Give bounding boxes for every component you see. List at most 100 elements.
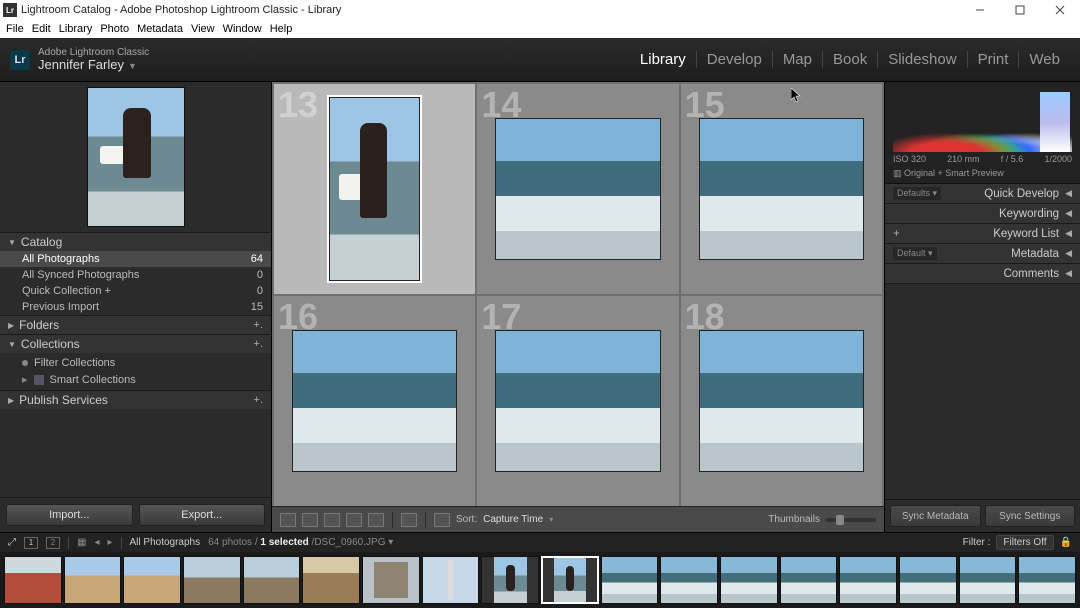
- filmstrip-cell[interactable]: [481, 556, 539, 604]
- sort-direction-icon[interactable]: [434, 513, 450, 527]
- filmstrip-cell[interactable]: [660, 556, 718, 604]
- folders-header[interactable]: ▶Folders+.: [0, 316, 271, 334]
- plus-icon[interactable]: +: [893, 228, 900, 240]
- import-button[interactable]: Import...: [6, 504, 133, 526]
- filmstrip-cell[interactable]: [302, 556, 360, 604]
- add-collection-icon[interactable]: +.: [254, 338, 263, 350]
- panel-keywording[interactable]: Keywording◀: [885, 204, 1080, 224]
- module-develop[interactable]: Develop: [697, 51, 773, 68]
- panel-keyword-list[interactable]: +Keyword List◀: [885, 224, 1080, 244]
- filmstrip-cell[interactable]: [422, 556, 480, 604]
- menu-edit[interactable]: Edit: [28, 23, 55, 35]
- filmstrip-cell[interactable]: [183, 556, 241, 604]
- sync-settings-button[interactable]: Sync Settings: [985, 505, 1076, 527]
- filmstrip[interactable]: [0, 552, 1080, 608]
- source-label[interactable]: All Photographs: [130, 537, 201, 548]
- cell-index: 17: [481, 296, 521, 338]
- filmstrip-cell[interactable]: [899, 556, 957, 604]
- collections-header[interactable]: ▼Collections+.: [0, 335, 271, 353]
- menu-library[interactable]: Library: [55, 23, 97, 35]
- navigator-preview[interactable]: [0, 82, 271, 232]
- grid-cell[interactable]: 15: [681, 84, 882, 294]
- close-button[interactable]: [1040, 0, 1080, 20]
- module-slideshow[interactable]: Slideshow: [878, 51, 967, 68]
- identity-plate[interactable]: Adobe Lightroom Classic Jennifer Farley▼: [38, 47, 149, 72]
- module-map[interactable]: Map: [773, 51, 823, 68]
- histogram[interactable]: [885, 82, 1080, 152]
- smart-collections-row[interactable]: ▸Smart Collections: [0, 371, 271, 388]
- filmstrip-cell[interactable]: [362, 556, 420, 604]
- grid-cell[interactable]: 17: [477, 296, 678, 506]
- filmstrip-cell[interactable]: [64, 556, 122, 604]
- filmstrip-cell[interactable]: [541, 556, 599, 604]
- back-icon[interactable]: ◂: [94, 537, 99, 548]
- filmstrip-cell[interactable]: [4, 556, 62, 604]
- module-book[interactable]: Book: [823, 51, 878, 68]
- publish-header[interactable]: ▶Publish Services+.: [0, 391, 271, 409]
- panel-quick-develop[interactable]: Defaults ▾Quick Develop◀: [885, 184, 1080, 204]
- focal-length-value: 210 mm: [947, 154, 980, 164]
- add-folder-icon[interactable]: +.: [254, 319, 263, 331]
- survey-view-icon[interactable]: [346, 513, 362, 527]
- grid-mode-icon[interactable]: ▦: [77, 537, 86, 548]
- chevron-down-icon: ▼: [128, 61, 137, 71]
- export-button[interactable]: Export...: [139, 504, 266, 526]
- window-1-icon[interactable]: 1: [24, 537, 38, 549]
- sort-value[interactable]: Capture Time: [483, 514, 543, 525]
- filmstrip-cell[interactable]: [601, 556, 659, 604]
- compare-view-icon[interactable]: [324, 513, 340, 527]
- window-2-icon[interactable]: 2: [46, 537, 60, 549]
- window-title: Lightroom Catalog - Adobe Photoshop Ligh…: [21, 4, 341, 16]
- menu-view[interactable]: View: [187, 23, 219, 35]
- grid-thumbnail: [495, 118, 660, 261]
- filmstrip-cell[interactable]: [123, 556, 181, 604]
- filter-lock-icon[interactable]: 🔒: [1060, 537, 1072, 548]
- filmstrip-cell[interactable]: [720, 556, 778, 604]
- sync-metadata-button[interactable]: Sync Metadata: [890, 505, 981, 527]
- second-window-icon[interactable]: ⤢: [8, 537, 16, 548]
- panel-metadata[interactable]: Default ▾Metadata◀: [885, 244, 1080, 264]
- minimize-button[interactable]: [960, 0, 1000, 20]
- cell-index: 15: [685, 84, 725, 126]
- painter-icon[interactable]: [401, 513, 417, 527]
- grid-cell[interactable]: 14: [477, 84, 678, 294]
- filmstrip-thumbnail: [721, 557, 777, 603]
- menu-photo[interactable]: Photo: [96, 23, 133, 35]
- thumbnail-size-slider[interactable]: [826, 518, 876, 522]
- triangle-left-icon: ◀: [1065, 268, 1072, 279]
- people-view-icon[interactable]: [368, 513, 384, 527]
- menu-window[interactable]: Window: [219, 23, 266, 35]
- grid-cell[interactable]: 18: [681, 296, 882, 506]
- add-publish-icon[interactable]: +.: [254, 394, 263, 406]
- loupe-view-icon[interactable]: [302, 513, 318, 527]
- catalog-item[interactable]: All Photographs64: [0, 251, 271, 267]
- preset-tag[interactable]: Default ▾: [893, 247, 937, 260]
- maximize-button[interactable]: [1000, 0, 1040, 20]
- menu-metadata[interactable]: Metadata: [133, 23, 187, 35]
- filmstrip-cell[interactable]: [780, 556, 838, 604]
- filmstrip-cell[interactable]: [839, 556, 897, 604]
- module-web[interactable]: Web: [1019, 51, 1070, 68]
- left-panel: ▼Catalog All Photographs64All Synced Pho…: [0, 82, 272, 532]
- menu-file[interactable]: File: [2, 23, 28, 35]
- filter-value[interactable]: Filters Off: [996, 535, 1053, 550]
- grid-cell[interactable]: 13: [274, 84, 475, 294]
- catalog-item[interactable]: Quick Collection +0: [0, 283, 271, 299]
- filmstrip-cell[interactable]: [959, 556, 1017, 604]
- preset-tag[interactable]: Defaults ▾: [893, 187, 941, 200]
- forward-icon[interactable]: ▸: [107, 537, 112, 548]
- catalog-item[interactable]: All Synced Photographs0: [0, 267, 271, 283]
- module-print[interactable]: Print: [968, 51, 1020, 68]
- grid-cell[interactable]: 16: [274, 296, 475, 506]
- filmstrip-cell[interactable]: [243, 556, 301, 604]
- catalog-header[interactable]: ▼Catalog: [0, 233, 271, 251]
- filmstrip-thumbnail: [124, 557, 180, 603]
- panel-comments[interactable]: Comments ◀: [885, 264, 1080, 284]
- grid-view-icon[interactable]: [280, 513, 296, 527]
- menu-help[interactable]: Help: [266, 23, 297, 35]
- panel-label: Comments: [1003, 268, 1059, 280]
- catalog-item[interactable]: Previous Import15: [0, 299, 271, 315]
- module-library[interactable]: Library: [630, 51, 697, 68]
- filmstrip-cell[interactable]: [1018, 556, 1076, 604]
- filter-collections-row[interactable]: Filter Collections: [0, 355, 271, 371]
